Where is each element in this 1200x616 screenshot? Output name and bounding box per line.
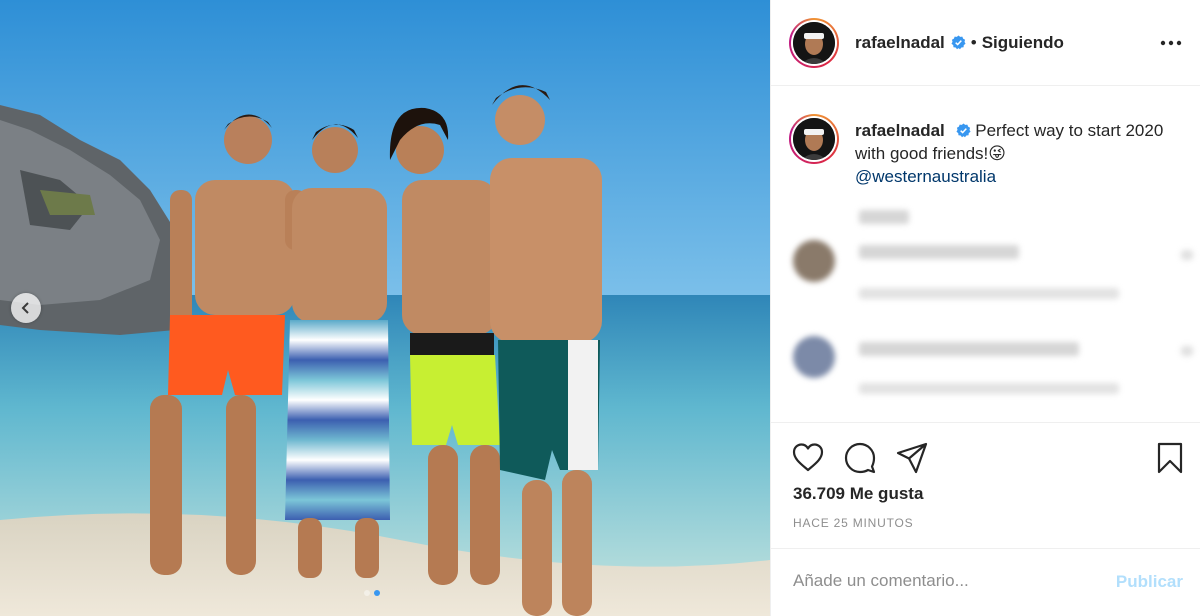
post-timestamp: HACE 25 MINUTOS [793, 516, 914, 530]
heart-icon[interactable] [791, 441, 825, 475]
chevron-left-icon [21, 302, 29, 314]
publish-button[interactable]: Publicar [1116, 572, 1183, 592]
verified-badge-icon [955, 123, 971, 138]
verified-badge-icon [951, 35, 966, 50]
share-icon[interactable] [895, 441, 929, 475]
following-button[interactable]: Siguiendo [982, 33, 1064, 53]
carousel-indicator [364, 590, 380, 596]
likes-count[interactable]: 36.709 Me gusta [793, 484, 923, 504]
post-caption: rafaelnadal Perfect way to start 2020 wi… [789, 114, 1184, 188]
caption-mention-link[interactable]: @westernaustralia [855, 167, 996, 186]
comment-avatar[interactable] [793, 240, 835, 282]
carousel-dot [364, 590, 370, 596]
comment-text [859, 245, 1019, 259]
post-username[interactable]: rafaelnadal [855, 33, 945, 53]
separator-dot: • [970, 32, 977, 52]
comment-icon[interactable] [843, 441, 877, 475]
post-header: rafaelnadal • Siguiendo [771, 0, 1200, 86]
caption-text-block: rafaelnadal Perfect way to start 2020 wi… [855, 119, 1184, 188]
carousel-prev-button[interactable] [11, 293, 41, 323]
carousel-dot-active [374, 590, 380, 596]
post-photo[interactable] [0, 0, 770, 616]
comment-meta [859, 383, 1119, 394]
beach-photo-image [0, 0, 770, 616]
comment-input[interactable] [793, 571, 1093, 591]
post-side-panel: rafaelnadal • Siguiendo rafaelnadal Perf… [770, 0, 1200, 616]
avatar-image [793, 118, 835, 160]
caption-avatar[interactable] [789, 114, 839, 164]
comment-text [859, 342, 1079, 356]
comment-avatar[interactable] [793, 336, 835, 378]
bookmark-icon[interactable] [1153, 441, 1187, 475]
add-comment-bar: Publicar [771, 548, 1200, 616]
comment-meta [859, 288, 1119, 299]
avatar[interactable] [789, 17, 839, 68]
more-options-icon[interactable] [1159, 34, 1183, 52]
caption-username[interactable]: rafaelnadal [855, 121, 945, 140]
avatar-image [793, 21, 835, 64]
post-actions: 36.709 Me gusta HACE 25 MINUTOS [771, 422, 1200, 552]
